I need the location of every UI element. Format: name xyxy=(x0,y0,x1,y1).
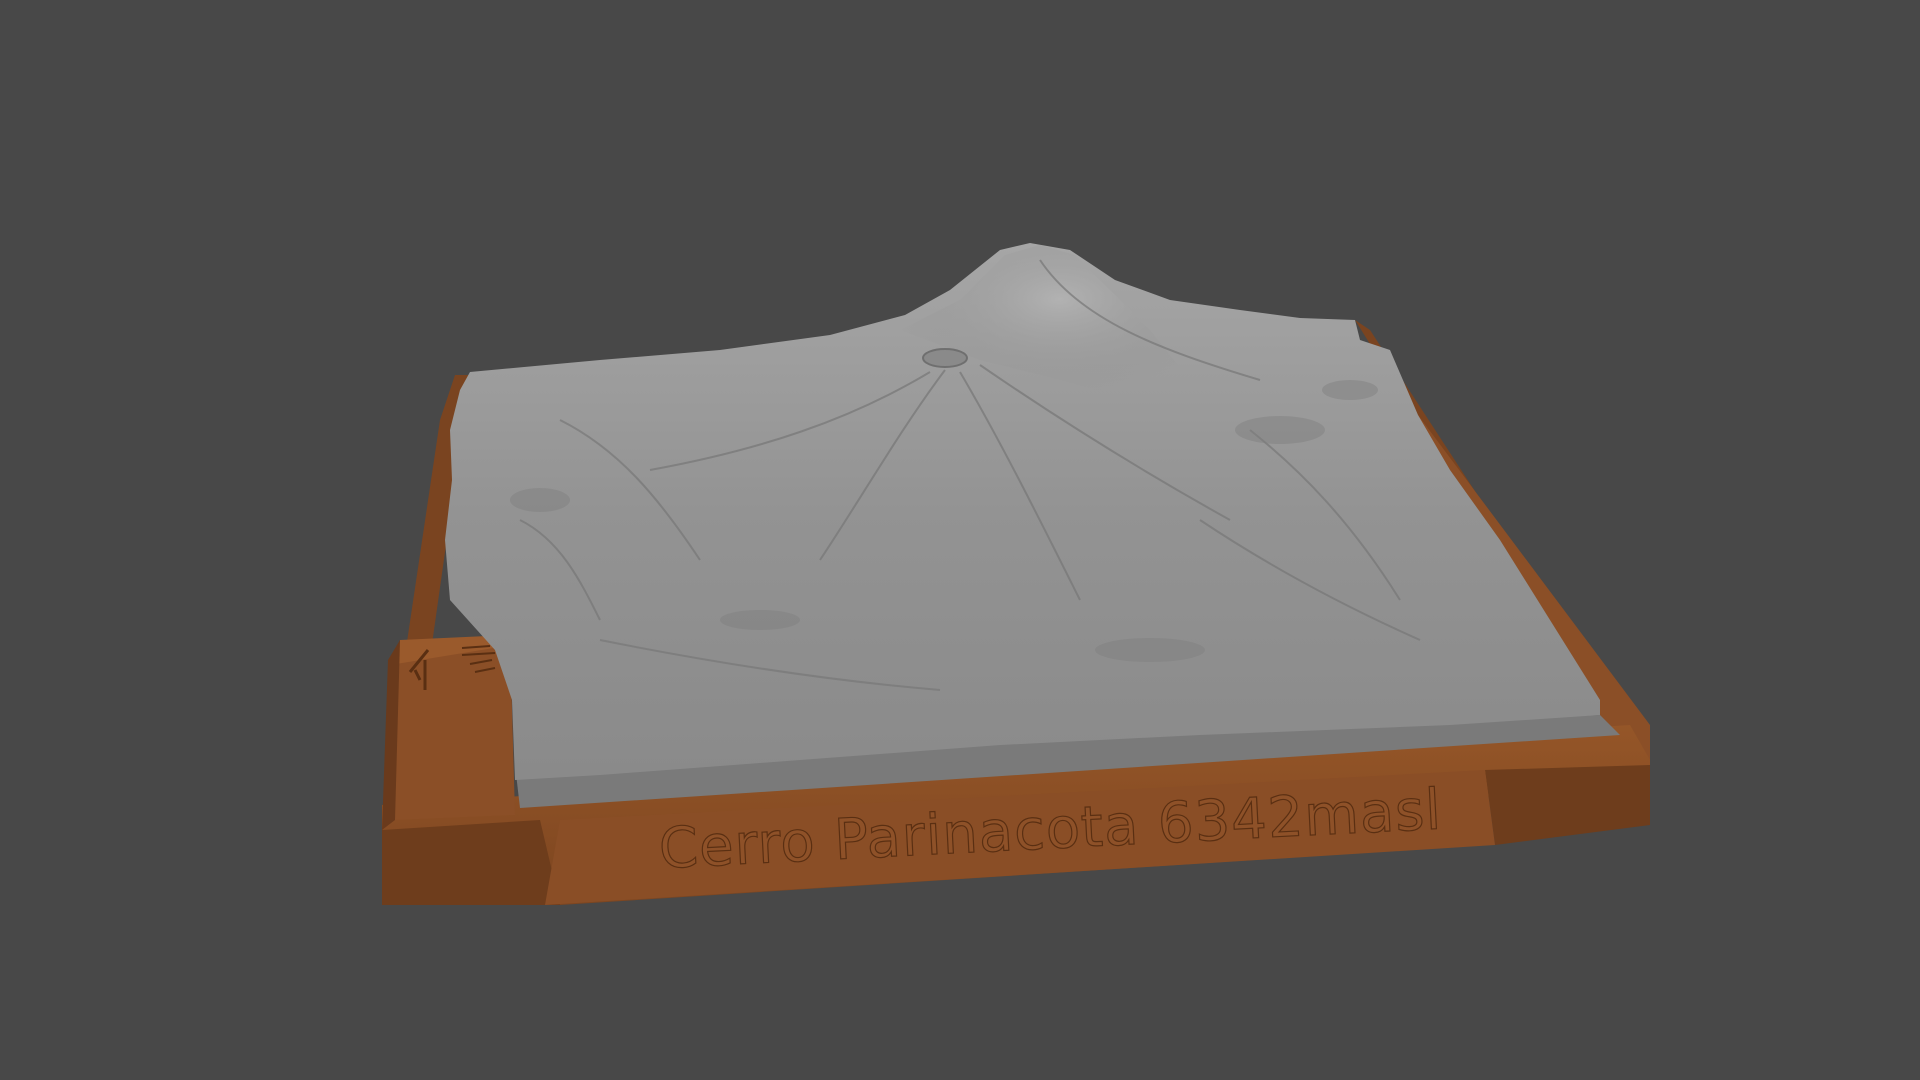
legend-block-front xyxy=(388,640,515,820)
base-front-right-lower xyxy=(1485,765,1650,845)
crater xyxy=(922,348,968,368)
base-front-lower xyxy=(382,820,560,905)
terrain-model-scene: Cerro Parinacota 6342masl xyxy=(382,243,1650,905)
3d-viewport[interactable]: Cerro Parinacota 6342masl xyxy=(0,0,1920,1080)
